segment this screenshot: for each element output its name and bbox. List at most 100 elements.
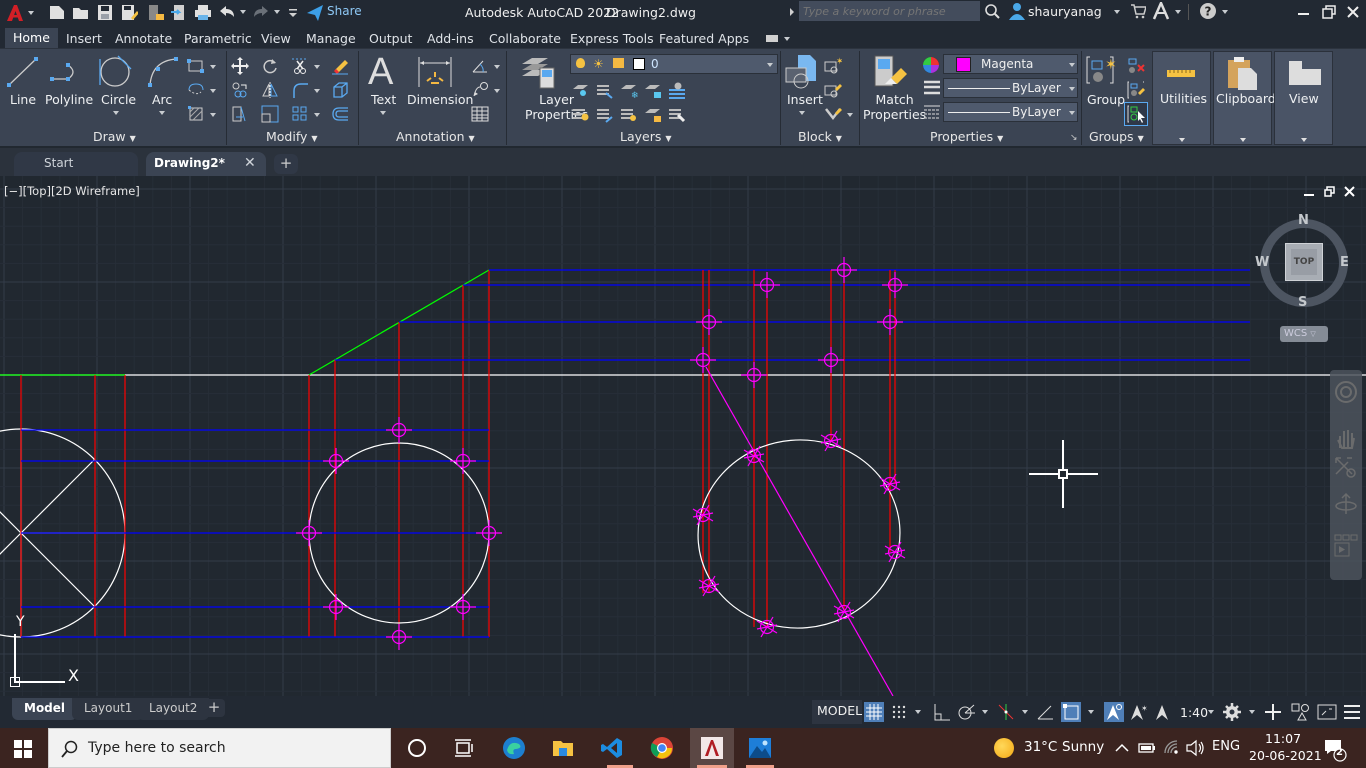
tab-view[interactable]: View bbox=[253, 29, 299, 48]
hatch-boundary-icon[interactable] bbox=[187, 81, 205, 99]
tab-featured-apps[interactable]: Featured Apps bbox=[651, 29, 757, 48]
attributes-dropdown-icon[interactable] bbox=[847, 113, 853, 117]
polar-tracking-toggle[interactable] bbox=[956, 702, 976, 722]
compass-north[interactable]: N bbox=[1298, 213, 1309, 228]
tab-home[interactable]: Home bbox=[5, 28, 58, 48]
annotation-panel-label[interactable]: Annotation ▼ bbox=[396, 129, 475, 144]
angular-dimension-icon[interactable] bbox=[471, 57, 489, 75]
undo-icon[interactable] bbox=[218, 4, 236, 20]
help-dropdown-icon[interactable] bbox=[1222, 10, 1228, 14]
edit-attributes-icon[interactable] bbox=[824, 105, 842, 123]
tracking-dropdown-icon[interactable] bbox=[1022, 710, 1028, 714]
open-file-icon[interactable] bbox=[72, 4, 90, 20]
tab-add-ins[interactable]: Add-ins bbox=[419, 29, 482, 48]
annotation-monitor-button[interactable] bbox=[1263, 702, 1283, 722]
erase-icon[interactable] bbox=[331, 57, 349, 75]
viewport-restore-icon[interactable] bbox=[1324, 186, 1335, 197]
array-dropdown-icon[interactable] bbox=[314, 113, 320, 117]
hatch-icon[interactable] bbox=[187, 105, 205, 123]
object-snap-toggle[interactable] bbox=[1061, 702, 1081, 722]
fillet-dropdown-icon[interactable] bbox=[314, 89, 320, 93]
windows-start-icon[interactable] bbox=[14, 740, 32, 758]
clean-screen-button[interactable] bbox=[1317, 702, 1337, 722]
minimize-icon[interactable] bbox=[1298, 13, 1309, 15]
minimize-ribbon-button[interactable] bbox=[766, 35, 778, 42]
wifi-icon[interactable] bbox=[1163, 739, 1181, 757]
layers-panel-label[interactable]: Layers ▼ bbox=[620, 129, 672, 144]
model-space-button[interactable]: MODEL bbox=[812, 700, 862, 724]
view-panel-button[interactable]: View bbox=[1274, 51, 1333, 145]
viewport-controls[interactable]: [−][Top][2D Wireframe] bbox=[4, 184, 140, 198]
ribbon-options-dropdown-icon[interactable] bbox=[784, 37, 790, 41]
explode-icon[interactable] bbox=[331, 81, 349, 99]
save-as-icon[interactable] bbox=[120, 4, 138, 20]
modify-panel-label[interactable]: Modify ▼ bbox=[266, 129, 318, 144]
new-tab-button[interactable]: + bbox=[274, 154, 298, 174]
annotation-scale-toggle[interactable] bbox=[1152, 702, 1172, 722]
auto-scale-toggle[interactable]: ✶ bbox=[1128, 702, 1148, 722]
leader-icon[interactable] bbox=[471, 81, 489, 99]
dimension-dropdown-icon[interactable] bbox=[494, 65, 500, 69]
turn-all-layers-on-icon[interactable] bbox=[572, 105, 590, 123]
chrome-icon[interactable] bbox=[650, 736, 674, 760]
weather-desc[interactable]: Sunny bbox=[1062, 739, 1104, 755]
app-menu-dropdown-icon[interactable] bbox=[28, 11, 34, 15]
plot-icon[interactable] bbox=[194, 4, 212, 20]
color-dropdown[interactable]: Magenta bbox=[943, 54, 1078, 74]
layer-isolate-icon[interactable] bbox=[596, 81, 614, 99]
vscode-icon[interactable] bbox=[600, 736, 624, 760]
zoom-extents-icon[interactable] bbox=[1334, 456, 1358, 480]
viewcube-top-face[interactable]: TOP bbox=[1285, 243, 1323, 281]
match-layer-icon[interactable] bbox=[668, 105, 686, 123]
help-search-input[interactable] bbox=[799, 1, 980, 21]
linetype-dropdown[interactable]: ByLayer bbox=[943, 102, 1078, 122]
mirror-icon[interactable] bbox=[261, 81, 279, 99]
group-edit-icon[interactable] bbox=[1127, 81, 1145, 99]
ucs-menu[interactable]: WCS ▽ bbox=[1280, 326, 1328, 342]
tab-output[interactable]: Output bbox=[361, 29, 420, 48]
show-hidden-icons-chevron[interactable] bbox=[1114, 740, 1130, 756]
properties-panel-label[interactable]: Properties ▼ bbox=[930, 129, 1003, 144]
viewport-minimize-icon[interactable] bbox=[1304, 194, 1314, 196]
tab-insert[interactable]: Insert bbox=[58, 29, 110, 48]
layout-tab-model[interactable]: Model bbox=[12, 698, 78, 720]
search-expand-icon[interactable] bbox=[790, 8, 794, 16]
clock-time[interactable]: 11:07 bbox=[1265, 731, 1301, 746]
leader-dropdown-icon[interactable] bbox=[494, 89, 500, 93]
rotate-icon[interactable] bbox=[261, 57, 279, 75]
edit-block-icon[interactable] bbox=[824, 81, 842, 99]
grid-toggle[interactable] bbox=[864, 702, 884, 722]
ortho-toggle[interactable] bbox=[932, 702, 952, 722]
layer-lock-icon[interactable] bbox=[644, 81, 662, 99]
move-icon[interactable] bbox=[231, 57, 249, 75]
layer-unlock-icon[interactable] bbox=[613, 58, 624, 68]
close-icon[interactable] bbox=[1346, 5, 1360, 19]
hatch-dropdown-icon[interactable] bbox=[210, 113, 216, 117]
block-panel-label[interactable]: Block ▼ bbox=[798, 129, 842, 144]
tab-express-tools[interactable]: Express Tools bbox=[562, 29, 662, 48]
clock-date[interactable]: 20-06-2021 bbox=[1249, 748, 1322, 763]
viewport-close-icon[interactable] bbox=[1344, 186, 1355, 197]
save-icon[interactable] bbox=[96, 4, 114, 20]
compass-south[interactable]: S bbox=[1298, 295, 1307, 310]
battery-icon[interactable] bbox=[1138, 740, 1156, 756]
polar-dropdown-icon[interactable] bbox=[982, 710, 988, 714]
draw-panel-label[interactable]: Draw ▼ bbox=[93, 129, 136, 144]
trim-dropdown-icon[interactable] bbox=[314, 65, 320, 69]
workspace-switching-button[interactable] bbox=[1222, 702, 1242, 722]
file-tab-drawing2[interactable]: Drawing2* ✕ bbox=[146, 152, 266, 176]
tab-parametric[interactable]: Parametric bbox=[176, 29, 260, 48]
ungroup-icon[interactable] bbox=[1127, 57, 1145, 75]
drawing-canvas[interactable]: [−][Top][2D Wireframe] TOP N S E W WCS ▽… bbox=[0, 176, 1366, 696]
layout-tab-layout2[interactable]: Layout2 bbox=[137, 698, 210, 720]
close-tab-icon[interactable]: ✕ bbox=[244, 152, 256, 174]
redo-icon[interactable] bbox=[252, 4, 270, 20]
user-dropdown-icon[interactable] bbox=[1114, 10, 1120, 14]
utilities-panel-button[interactable]: Utilities bbox=[1152, 51, 1211, 145]
search-icon[interactable] bbox=[984, 3, 1000, 19]
autocad-taskbar-button[interactable] bbox=[690, 728, 734, 768]
new-layout-button[interactable]: + bbox=[203, 699, 225, 717]
weather-temp[interactable]: 31°C bbox=[1024, 739, 1057, 755]
copy-icon[interactable] bbox=[231, 81, 249, 99]
group-selection-toggle[interactable] bbox=[1124, 102, 1148, 126]
